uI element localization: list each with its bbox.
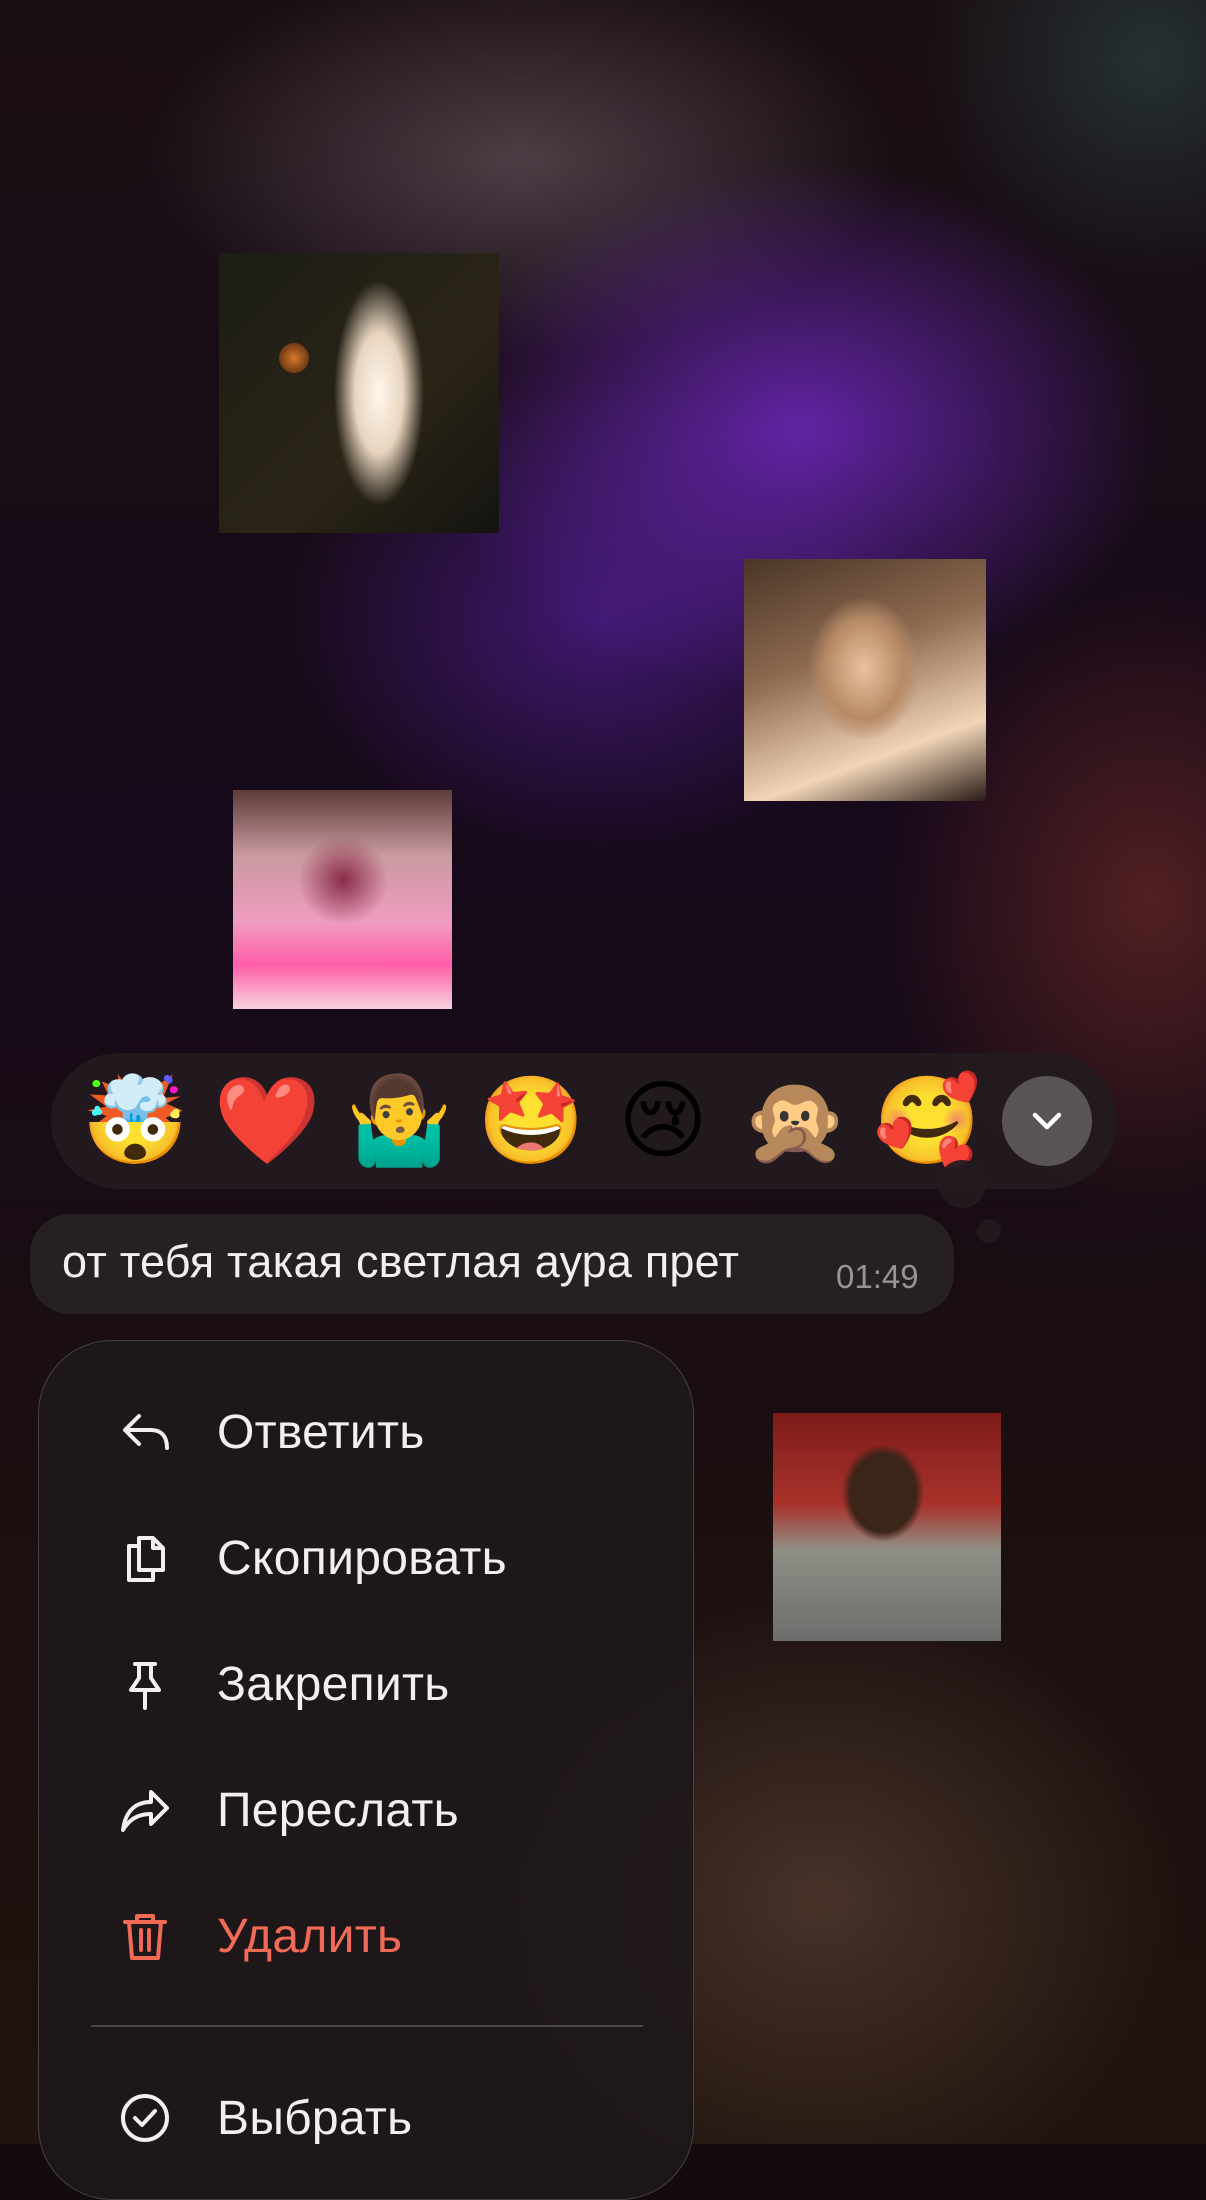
menu-label: Скопировать bbox=[217, 1531, 507, 1585]
reaction-star-struck[interactable]: 🤩 bbox=[465, 1055, 597, 1187]
message-time: 01:49 bbox=[836, 1258, 919, 1295]
menu-label: Закрепить bbox=[217, 1657, 450, 1711]
reaction-exploding-head[interactable]: 🤯 bbox=[69, 1055, 201, 1187]
menu-label: Переслать bbox=[217, 1783, 459, 1837]
menu-item-select[interactable]: Выбрать bbox=[39, 2063, 693, 2173]
pin-icon bbox=[115, 1654, 175, 1714]
trash-icon bbox=[115, 1906, 175, 1966]
sticker-glowing-figure[interactable] bbox=[219, 253, 499, 533]
reaction-man-shrugging[interactable]: 🤷‍♂️ bbox=[333, 1055, 465, 1187]
reaction-bar-tail bbox=[938, 1160, 986, 1208]
sticker-girl-on-bed[interactable] bbox=[233, 790, 452, 1009]
reaction-speak-no-evil-monkey[interactable]: 🙊 bbox=[729, 1055, 861, 1187]
reaction-crying-face[interactable]: 😢 bbox=[597, 1055, 729, 1187]
message-text: от тебя такая светлая аура прет bbox=[62, 1236, 740, 1287]
reaction-bar-tail-dot bbox=[977, 1219, 1001, 1243]
menu-label: Ответить bbox=[217, 1405, 425, 1459]
sticker-man-shouting[interactable] bbox=[773, 1413, 1001, 1641]
context-menu: Ответить Скопировать Закрепить Переслать… bbox=[38, 1340, 694, 2200]
menu-item-delete[interactable]: Удалить bbox=[39, 1881, 693, 1991]
menu-label: Удалить bbox=[217, 1909, 403, 1963]
menu-item-reply[interactable]: Ответить bbox=[39, 1377, 693, 1487]
more-reactions-button[interactable] bbox=[1002, 1076, 1092, 1166]
forward-icon bbox=[115, 1780, 175, 1840]
menu-divider bbox=[91, 2025, 643, 2027]
chevron-down-icon bbox=[1032, 1112, 1062, 1130]
menu-item-pin[interactable]: Закрепить bbox=[39, 1629, 693, 1739]
reaction-red-heart[interactable]: ❤️ bbox=[201, 1055, 333, 1187]
menu-item-forward[interactable]: Переслать bbox=[39, 1755, 693, 1865]
menu-label: Выбрать bbox=[217, 2091, 413, 2145]
menu-item-copy[interactable]: Скопировать bbox=[39, 1503, 693, 1613]
message-bubble[interactable]: от тебя такая светлая аура прет 01:49 bbox=[30, 1214, 954, 1314]
check-circle-icon bbox=[115, 2088, 175, 2148]
reply-icon bbox=[115, 1402, 175, 1462]
copy-icon bbox=[115, 1528, 175, 1588]
sticker-girl-portrait[interactable] bbox=[744, 559, 986, 801]
